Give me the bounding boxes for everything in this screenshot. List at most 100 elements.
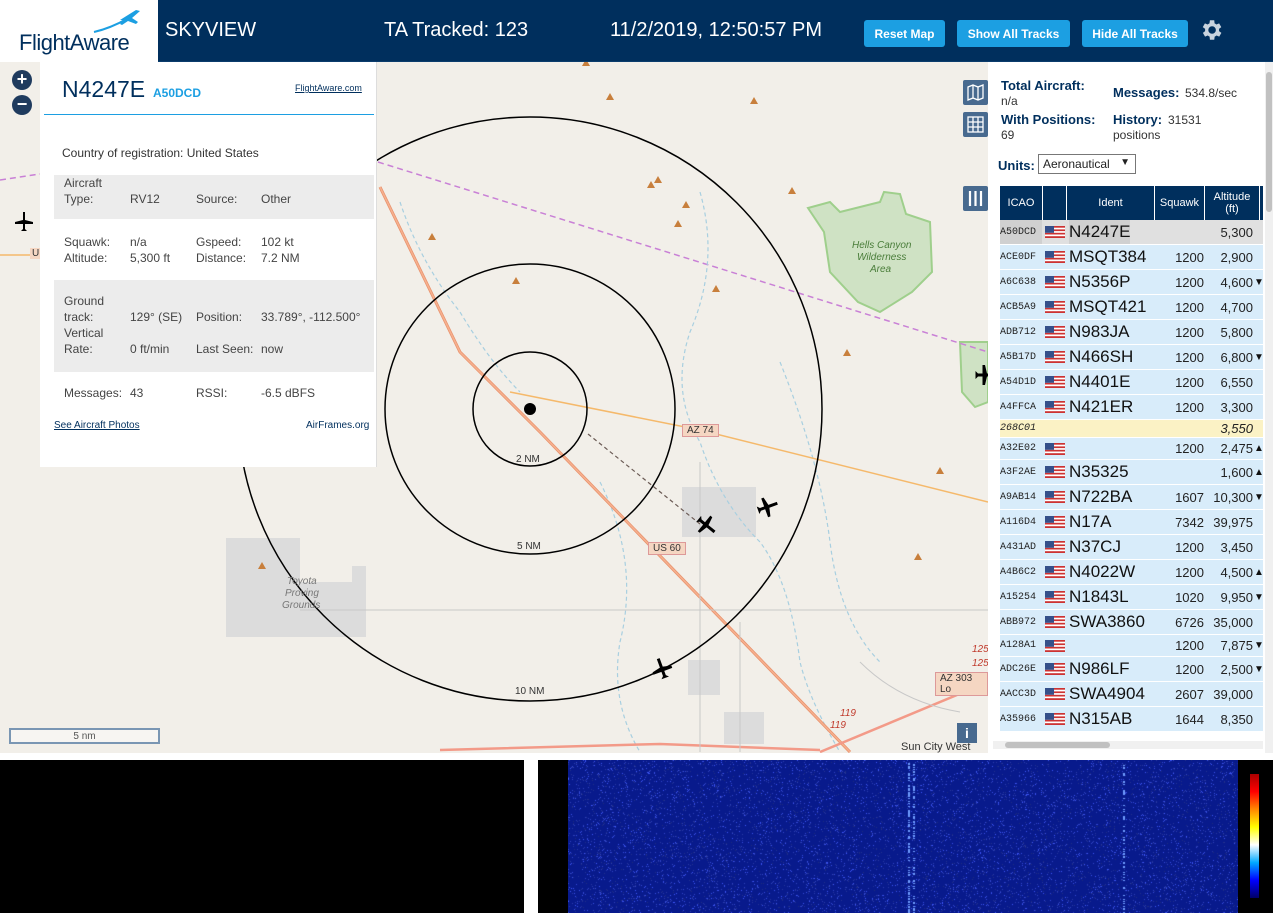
row-icao: A116D4 [1000,516,1037,528]
table-row[interactable]: A15254 N1843L 1020 9,950 ▼ [1000,585,1264,610]
row-altitude: 3,300 [1220,399,1253,415]
horizontal-scrollbar[interactable] [993,741,1263,749]
table-row[interactable]: A4B6C2 N4022W 1200 4,500 ▲ [1000,560,1264,585]
row-squawk: 2607 [1175,686,1204,702]
aircraft-table-body: A50DCD N4247E 5,300 ACE0DF MSQT384 1200 2,900 A… [1000,220,1264,732]
zoom-out-button[interactable]: − [12,95,32,115]
airframes-link[interactable]: AirFrames.org [306,420,369,431]
total-aircraft-value: n/a [1001,94,1018,108]
hide-all-tracks-button[interactable]: Hide All Tracks [1082,20,1188,47]
units-label: Units: [998,158,1035,173]
table-row[interactable]: A431AD N37CJ 1200 3,450 [1000,535,1263,560]
col-ident[interactable]: Ident [1067,186,1155,220]
last-seen-value: now [261,342,284,356]
row-squawk [1160,460,1204,484]
range-rings-button[interactable] [963,112,988,137]
place-label-area: Area [870,264,892,275]
units-select-value: Aeronautical [1043,157,1110,171]
col-flag[interactable] [1043,186,1067,220]
table-row[interactable]: A9AB14 N722BA 1607 10,300 ▼ [1000,485,1264,510]
columns-icon [968,191,983,206]
table-row[interactable]: ADB712 N983JA 1200 5,800 [1000,320,1263,345]
flightaware-link[interactable]: FlightAware.com [295,83,362,93]
row-trend [1254,420,1264,437]
show-all-tracks-button[interactable]: Show All Tracks [957,20,1070,47]
road-label-az303: AZ 303 Lo [935,672,988,696]
table-row[interactable]: AACC3D SWA4904 2607 39,000 [1000,682,1263,707]
us-flag-icon [1045,251,1065,263]
table-row[interactable]: ACE0DF MSQT384 1200 2,900 [1000,245,1263,270]
table-row[interactable]: ADC26E N986LF 1200 2,500 ▼ [1000,657,1264,682]
row-trend: ▼ [1254,491,1264,503]
row-ident: N722BA [1069,487,1133,506]
row-altitude: 6,550 [1220,374,1253,390]
row-icao: 268C01 [1000,423,1037,434]
us-flag-icon [1045,401,1065,413]
squawk-speed-band: Squawk: n/a Gspeed: 102 kt Altitude: 5,3… [54,232,374,272]
row-squawk: 1607 [1175,489,1204,505]
reset-map-button[interactable]: Reset Map [864,20,945,47]
row-altitude: 1,600 [1220,464,1253,480]
row-altitude: 4,500 [1220,564,1253,580]
row-ident: N4401E [1069,372,1131,391]
table-row[interactable]: A116D4 N17A 7342 39,975 [1000,510,1263,535]
row-altitude: 6,800 [1220,349,1253,365]
table-row[interactable]: A6C638 N5356P 1200 4,600 ▼ [1000,270,1264,295]
us-flag-icon [1045,376,1065,388]
table-row[interactable]: A3F2AE N35325 1,600 ▲ [1000,460,1264,485]
panel-divider-vertical[interactable] [524,753,538,913]
map-layers-button[interactable] [963,80,988,105]
scroll-thumb[interactable] [1266,72,1272,212]
col-icao[interactable]: ICAO [1000,186,1043,220]
row-altitude: 39,975 [1213,514,1253,530]
map-info-button[interactable]: i [957,723,977,743]
squawk-label: Squawk: [64,235,111,249]
row-trend [1254,320,1264,344]
scroll-thumb[interactable] [1005,742,1110,748]
table-row[interactable]: 268C01 3,550 [1000,420,1263,438]
col-squawk[interactable]: Squawk [1155,186,1205,220]
aircraft-type-label-2: Type: [64,192,94,206]
table-row[interactable]: ABB972 SWA3860 6726 35,000 [1000,610,1263,635]
map-scale-bar: 5 nm [9,728,160,744]
row-squawk: 1020 [1175,589,1204,605]
row-squawk: 1200 [1175,349,1204,365]
columns-button[interactable] [963,186,988,211]
row-trend: ▲ [1254,466,1264,478]
road-label-119a: 119 [840,708,856,719]
row-squawk: 1200 [1175,324,1204,340]
table-row[interactable]: A50DCD N4247E 5,300 [1000,220,1263,245]
row-squawk: 1200 [1175,299,1204,315]
col-altitude[interactable]: Altitude (ft) [1205,186,1260,220]
us-flag-icon [1045,326,1065,338]
row-squawk: 1200 [1175,249,1204,265]
row-icao: A9AB14 [1000,491,1037,503]
gear-icon[interactable] [1198,17,1224,43]
flightaware-logo[interactable]: FlightAware [0,0,158,62]
row-trend: ▼ [1254,640,1264,651]
squawk-value: n/a [130,235,147,249]
country-label: Country of registration: [62,146,184,160]
place-label-grounds: Grounds [282,600,321,611]
row-altitude: 10,300 [1213,489,1253,505]
last-seen-label: Last Seen: [196,342,254,356]
col-altitude-label: Altitude [1213,191,1251,203]
table-row[interactable]: A35966 N315AB 1644 8,350 [1000,707,1263,732]
zoom-in-button[interactable]: + [12,70,32,90]
table-row[interactable]: A4FFCA N421ER 1200 3,300 [1000,395,1263,420]
table-row[interactable]: A54D1D N4401E 1200 6,550 [1000,370,1263,395]
vertical-scrollbar[interactable] [1265,62,1273,753]
place-label-toyota: Toyota [287,576,317,587]
row-ident: N315AB [1069,709,1133,728]
source-value: Other [261,192,292,206]
vrate-value: 0 ft/min [130,342,170,356]
tracked-count: TA Tracked: 123 [384,19,529,41]
table-row[interactable]: A128A1 1200 7,875 ▼ [1000,635,1264,657]
table-row[interactable]: A5B17D N466SH 1200 6,800 ▼ [1000,345,1264,370]
us-flag-icon [1045,566,1065,578]
units-select[interactable]: Aeronautical ▼ [1038,154,1136,174]
see-aircraft-photos-link[interactable]: See Aircraft Photos [54,420,140,431]
table-row[interactable]: A32E02 1200 2,475 ▲ [1000,438,1264,460]
table-row[interactable]: ACB5A9 MSQT421 1200 4,700 [1000,295,1263,320]
us-flag-icon [1045,276,1065,288]
